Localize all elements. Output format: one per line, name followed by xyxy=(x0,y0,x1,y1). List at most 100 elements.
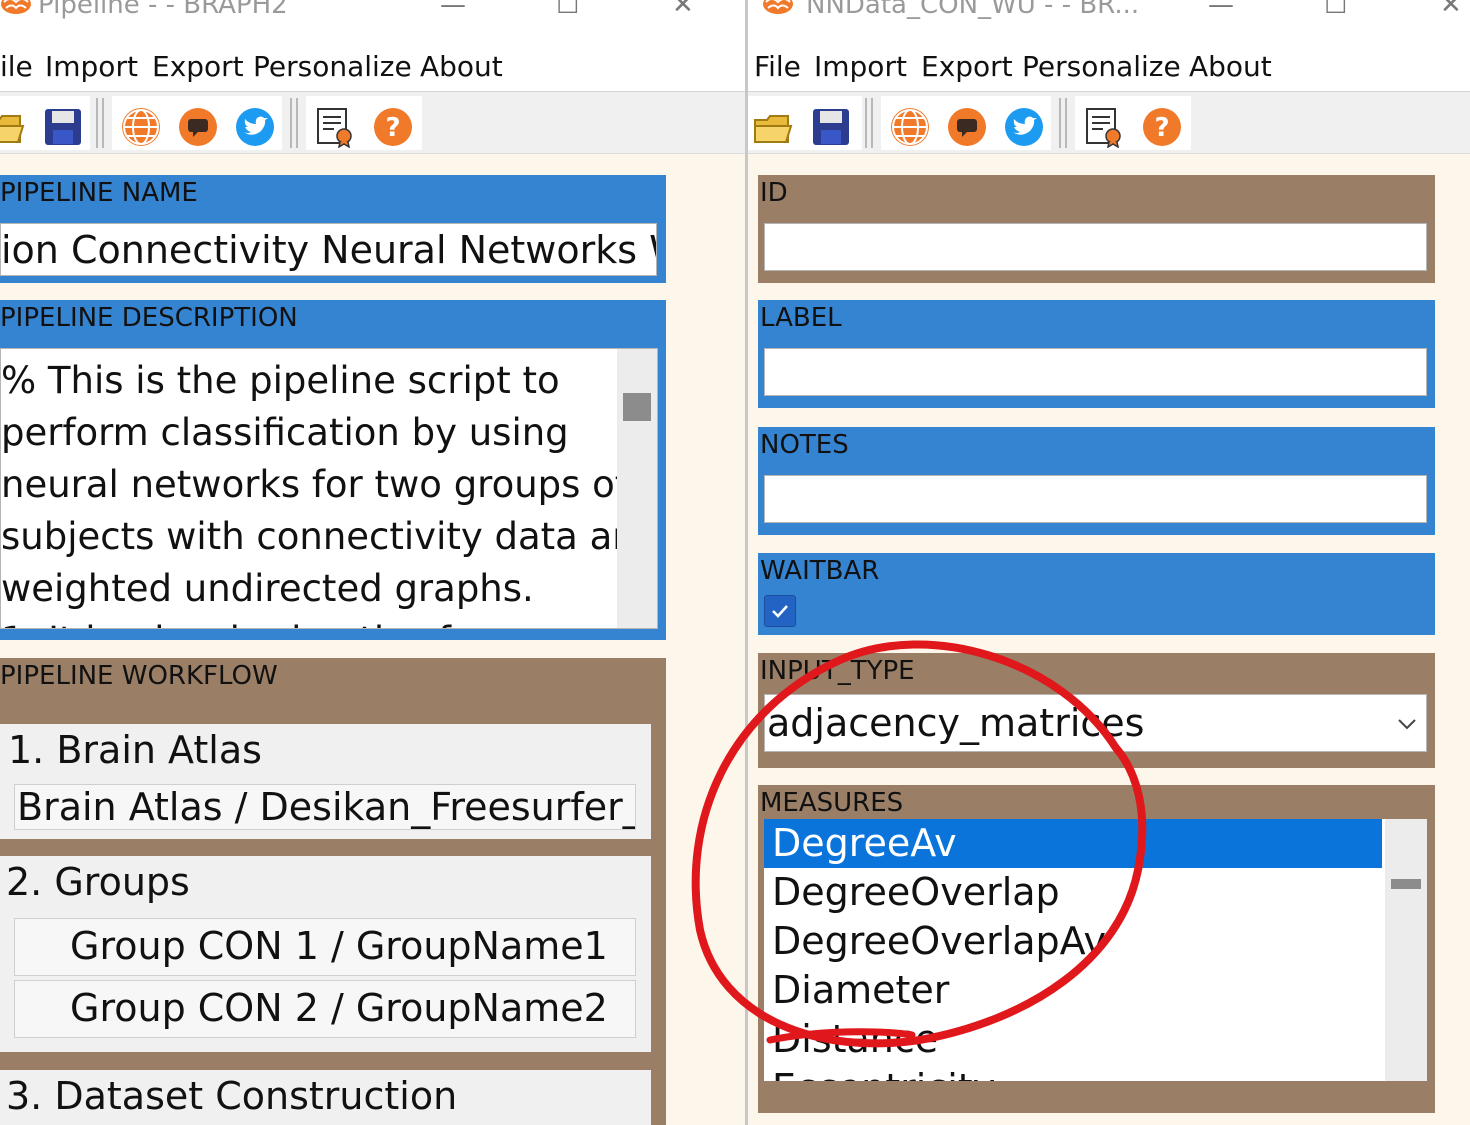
license-icon[interactable] xyxy=(1083,106,1125,148)
waitbar-label: WAITBAR xyxy=(760,556,880,586)
scrollbar-thumb[interactable] xyxy=(623,393,651,421)
menu-import[interactable]: Import xyxy=(45,50,138,83)
id-field[interactable] xyxy=(764,223,1427,271)
label-label: LABEL xyxy=(760,303,842,333)
forum-icon[interactable] xyxy=(946,106,988,148)
input-type-label: INPUT_TYPE xyxy=(760,656,915,686)
title-bar: Pipeline - - BRAPH2 — ☐ ✕ xyxy=(0,0,745,36)
web-icon[interactable] xyxy=(889,106,931,148)
menu-about[interactable]: About xyxy=(1189,50,1272,83)
group-con-1-button[interactable]: Group CON 1 / GroupName1 xyxy=(14,918,636,976)
measures-scrollbar[interactable] xyxy=(1385,819,1427,1081)
menu-bar: File Import Export Personalize About xyxy=(748,36,1470,92)
pipeline-name-field[interactable]: ion Connectivity Neural Networks WU xyxy=(0,223,657,276)
toolbar: ? xyxy=(748,92,1470,154)
input-type-dropdown[interactable]: adjacency_matrices xyxy=(764,694,1427,752)
pipeline-description-label: PIPELINE DESCRIPTION xyxy=(0,303,298,333)
measures-listbox[interactable]: DegreeAv DegreeOverlap DegreeOverlapAv D… xyxy=(764,819,1427,1081)
checkmark-icon xyxy=(772,605,788,618)
workflow-step-dataset-construction: 3. Dataset Construction xyxy=(0,1070,651,1125)
open-folder-icon[interactable] xyxy=(0,106,26,148)
forum-icon[interactable] xyxy=(177,106,219,148)
list-item[interactable]: DegreeAv xyxy=(764,819,1382,868)
description-scrollbar[interactable] xyxy=(617,349,657,628)
svg-text:?: ? xyxy=(385,113,400,143)
menu-about[interactable]: About xyxy=(420,50,503,83)
close-icon[interactable]: ✕ xyxy=(672,0,694,20)
menu-file[interactable]: File xyxy=(754,50,801,83)
measures-label: MEASURES xyxy=(760,788,904,818)
pipeline-description-text: % This is the pipeline script to perform… xyxy=(1,355,658,628)
pipeline-name-panel: PIPELINE NAME ion Connectivity Neural Ne… xyxy=(0,175,666,283)
toolbar-group-file xyxy=(0,96,90,150)
brain-atlas-button[interactable]: Brain Atlas / Desikan_Freesurfer_... xyxy=(14,784,636,830)
menu-export[interactable]: Export xyxy=(921,50,1013,83)
minimize-icon[interactable]: — xyxy=(440,0,466,20)
step-title: 1. Brain Atlas xyxy=(8,728,262,772)
toolbar-separator xyxy=(290,98,298,148)
nndata-window: NNData_CON_WU - - BR... — ☐ ✕ File Impor… xyxy=(748,0,1470,1125)
toolbar-group-web xyxy=(881,96,1051,150)
window-title: NNData_CON_WU - - BR... xyxy=(806,0,1140,20)
notes-label: NOTES xyxy=(760,430,849,460)
description-line: perform classification by using xyxy=(1,411,569,454)
brain-app-icon xyxy=(763,0,793,14)
help-icon[interactable]: ? xyxy=(1141,106,1183,148)
menu-export[interactable]: Export xyxy=(152,50,244,83)
toolbar-separator xyxy=(1059,98,1067,148)
pipeline-workflow-panel: PIPELINE WORKFLOW 1. Brain Atlas Brain A… xyxy=(0,658,666,1125)
web-icon[interactable] xyxy=(120,106,162,148)
pipeline-description-textarea[interactable]: % This is the pipeline script to perform… xyxy=(0,348,658,629)
help-icon[interactable]: ? xyxy=(372,106,414,148)
list-item[interactable]: DegreeOverlap xyxy=(764,868,1382,917)
minimize-icon[interactable]: — xyxy=(1208,0,1234,20)
label-panel: LABEL xyxy=(758,300,1435,408)
list-item[interactable]: DegreeOverlapAv xyxy=(764,917,1382,966)
save-icon[interactable] xyxy=(42,106,84,148)
menu-personalize[interactable]: Personalize xyxy=(1022,50,1181,83)
open-folder-icon[interactable] xyxy=(752,106,794,148)
toolbar-separator xyxy=(865,98,873,148)
toolbar-group-web xyxy=(112,96,282,150)
menu-import[interactable]: Import xyxy=(814,50,907,83)
workflow-step-groups: 2. Groups Group CON 1 / GroupName1 Group… xyxy=(0,856,651,1052)
menu-personalize[interactable]: Personalize xyxy=(253,50,412,83)
maximize-icon[interactable]: ☐ xyxy=(1324,0,1347,20)
list-item[interactable]: Distance xyxy=(764,1015,1382,1064)
close-icon[interactable]: ✕ xyxy=(1440,0,1462,20)
menu-bar: ile Import Export Personalize About xyxy=(0,36,745,92)
toolbar-group-help: ? xyxy=(306,96,422,150)
svg-text:?: ? xyxy=(1154,113,1169,143)
description-line: subjects with connectivity data and xyxy=(1,515,658,558)
twitter-icon[interactable] xyxy=(234,106,276,148)
pipeline-name-label: PIPELINE NAME xyxy=(0,178,198,208)
id-label: ID xyxy=(760,178,788,208)
input-type-panel: INPUT_TYPE adjacency_matrices xyxy=(758,653,1435,768)
scrollbar-thumb[interactable] xyxy=(1391,879,1421,889)
list-item[interactable]: Eccentricity xyxy=(764,1064,1382,1081)
description-line: % This is the pipeline script to xyxy=(1,359,560,402)
license-icon[interactable] xyxy=(314,106,356,148)
input-type-value: adjacency_matrices xyxy=(767,701,1145,745)
maximize-icon[interactable]: ☐ xyxy=(556,0,579,20)
chevron-down-icon[interactable] xyxy=(1397,717,1417,731)
id-panel: ID xyxy=(758,175,1435,283)
list-item[interactable]: Diameter xyxy=(764,966,1382,1015)
window-title: Pipeline - - BRAPH2 xyxy=(38,0,288,20)
notes-field[interactable] xyxy=(764,475,1427,523)
menu-file[interactable]: ile xyxy=(0,50,33,83)
toolbar-separator xyxy=(96,98,104,148)
pipeline-description-panel: PIPELINE DESCRIPTION % This is the pipel… xyxy=(0,300,666,640)
waitbar-panel: WAITBAR xyxy=(758,553,1435,635)
pipeline-name-value: ion Connectivity Neural Networks WU xyxy=(1,228,657,272)
pipeline-window: Pipeline - - BRAPH2 — ☐ ✕ ile Import Exp… xyxy=(0,0,745,1125)
step-title: 3. Dataset Construction xyxy=(6,1074,458,1118)
label-field[interactable] xyxy=(764,348,1427,396)
waitbar-checkbox[interactable] xyxy=(764,595,796,627)
group-con-2-button[interactable]: Group CON 2 / GroupName2 xyxy=(14,980,636,1038)
brain-app-icon xyxy=(1,0,31,14)
notes-panel: NOTES xyxy=(758,427,1435,535)
twitter-icon[interactable] xyxy=(1003,106,1045,148)
title-bar: NNData_CON_WU - - BR... — ☐ ✕ xyxy=(748,0,1470,36)
save-icon[interactable] xyxy=(810,106,852,148)
